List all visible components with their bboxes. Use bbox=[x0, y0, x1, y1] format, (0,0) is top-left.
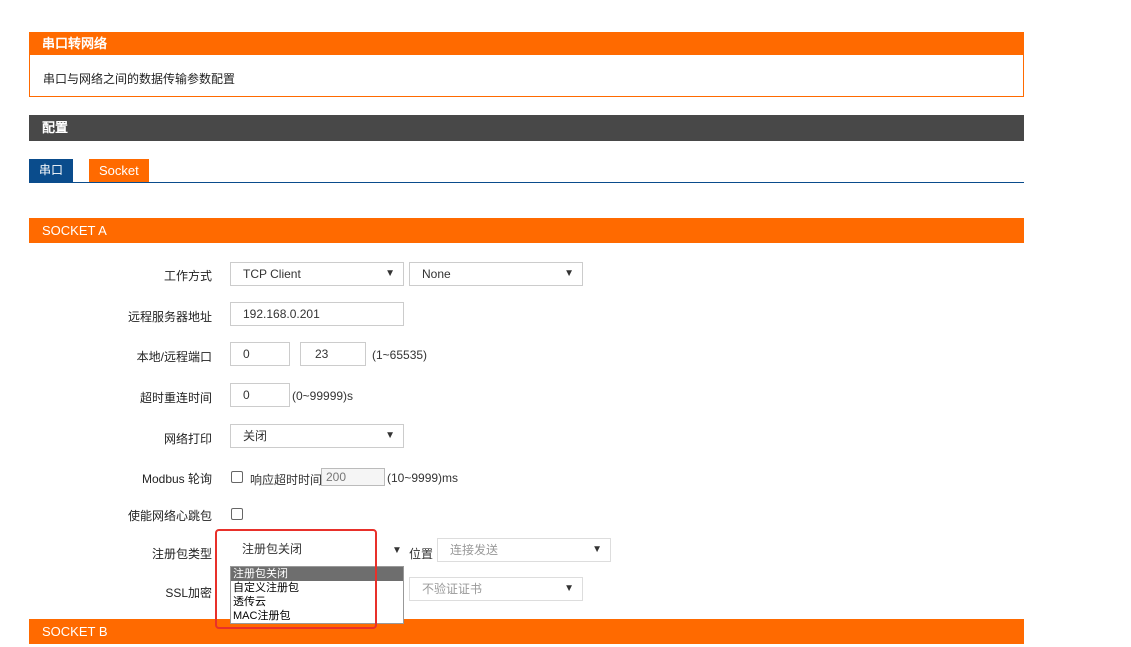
chevron-down-icon: ▼ bbox=[564, 583, 574, 594]
work-mode-secondary-select[interactable]: None ▼ bbox=[409, 262, 583, 286]
ssl-cert-value: 不验证证书 bbox=[422, 582, 483, 596]
page-description: 串口与网络之间的数据传输参数配置 bbox=[29, 55, 1024, 97]
chevron-down-icon: ▼ bbox=[392, 545, 402, 556]
position-value: 连接发送 bbox=[450, 543, 499, 557]
reconnect-input[interactable]: 0 bbox=[230, 383, 290, 407]
socket-a-header: SOCKET A bbox=[29, 218, 1024, 243]
modbus-timeout-label: 响应超时时间 bbox=[250, 473, 323, 487]
position-label: 位置 bbox=[409, 547, 434, 561]
register-type-dropdown: 注册包关闭 自定义注册包 透传云 MAC注册包 bbox=[230, 566, 404, 624]
modbus-label: Modbus 轮询 bbox=[141, 472, 212, 486]
dropdown-option[interactable]: 注册包关闭 bbox=[231, 567, 403, 581]
heartbeat-checkbox[interactable] bbox=[231, 508, 243, 520]
reconnect-label: 超时重连时间 bbox=[139, 391, 212, 405]
chevron-down-icon: ▼ bbox=[592, 544, 602, 555]
register-type-value: 注册包关闭 bbox=[242, 542, 303, 556]
chevron-down-icon: ▼ bbox=[564, 268, 574, 279]
modbus-checkbox[interactable] bbox=[231, 471, 243, 483]
modbus-timeout-input[interactable]: 200 bbox=[321, 468, 385, 486]
remote-server-input[interactable]: 192.168.0.201 bbox=[230, 302, 404, 326]
net-print-select[interactable]: 关闭 ▼ bbox=[230, 424, 404, 448]
work-mode-select[interactable]: TCP Client ▼ bbox=[230, 262, 404, 286]
tab-bar: 串口 Socket bbox=[29, 159, 1024, 183]
register-type-select[interactable]: 注册包关闭 bbox=[230, 538, 404, 562]
config-section-header: 配置 bbox=[29, 115, 1024, 141]
port-range-hint: (1~65535) bbox=[372, 348, 428, 362]
remote-server-label: 远程服务器地址 bbox=[127, 310, 212, 324]
dropdown-option[interactable]: 透传云 bbox=[231, 595, 403, 609]
page-title: 串口转网络 bbox=[29, 32, 1024, 55]
socket-b-header: SOCKET B bbox=[29, 619, 1024, 644]
position-select[interactable]: 连接发送 ▼ bbox=[437, 538, 611, 562]
local-port-input[interactable]: 0 bbox=[230, 342, 290, 366]
net-print-value: 关闭 bbox=[243, 429, 268, 443]
modbus-range-hint: (10~9999)ms bbox=[387, 471, 459, 485]
register-type-label: 注册包类型 bbox=[151, 547, 212, 561]
tab-socket[interactable]: Socket bbox=[89, 159, 149, 182]
heartbeat-label: 使能网络心跳包 bbox=[127, 509, 212, 523]
dropdown-option[interactable]: MAC注册包 bbox=[231, 609, 403, 623]
dropdown-option[interactable]: 自定义注册包 bbox=[231, 581, 403, 595]
net-print-label: 网络打印 bbox=[163, 432, 212, 446]
work-mode-value: TCP Client bbox=[243, 267, 301, 281]
ports-label: 本地/远程端口 bbox=[136, 350, 212, 364]
reconnect-range-hint: (0~99999)s bbox=[292, 389, 354, 403]
chevron-down-icon: ▼ bbox=[385, 430, 395, 441]
tab-serial[interactable]: 串口 bbox=[29, 159, 74, 182]
work-mode-secondary-value: None bbox=[422, 267, 451, 281]
ssl-label: SSL加密 bbox=[165, 586, 212, 600]
ssl-cert-select[interactable]: 不验证证书 ▼ bbox=[409, 577, 583, 601]
chevron-down-icon: ▼ bbox=[385, 268, 395, 279]
remote-port-input[interactable]: 23 bbox=[300, 342, 366, 366]
work-mode-label: 工作方式 bbox=[163, 269, 212, 283]
